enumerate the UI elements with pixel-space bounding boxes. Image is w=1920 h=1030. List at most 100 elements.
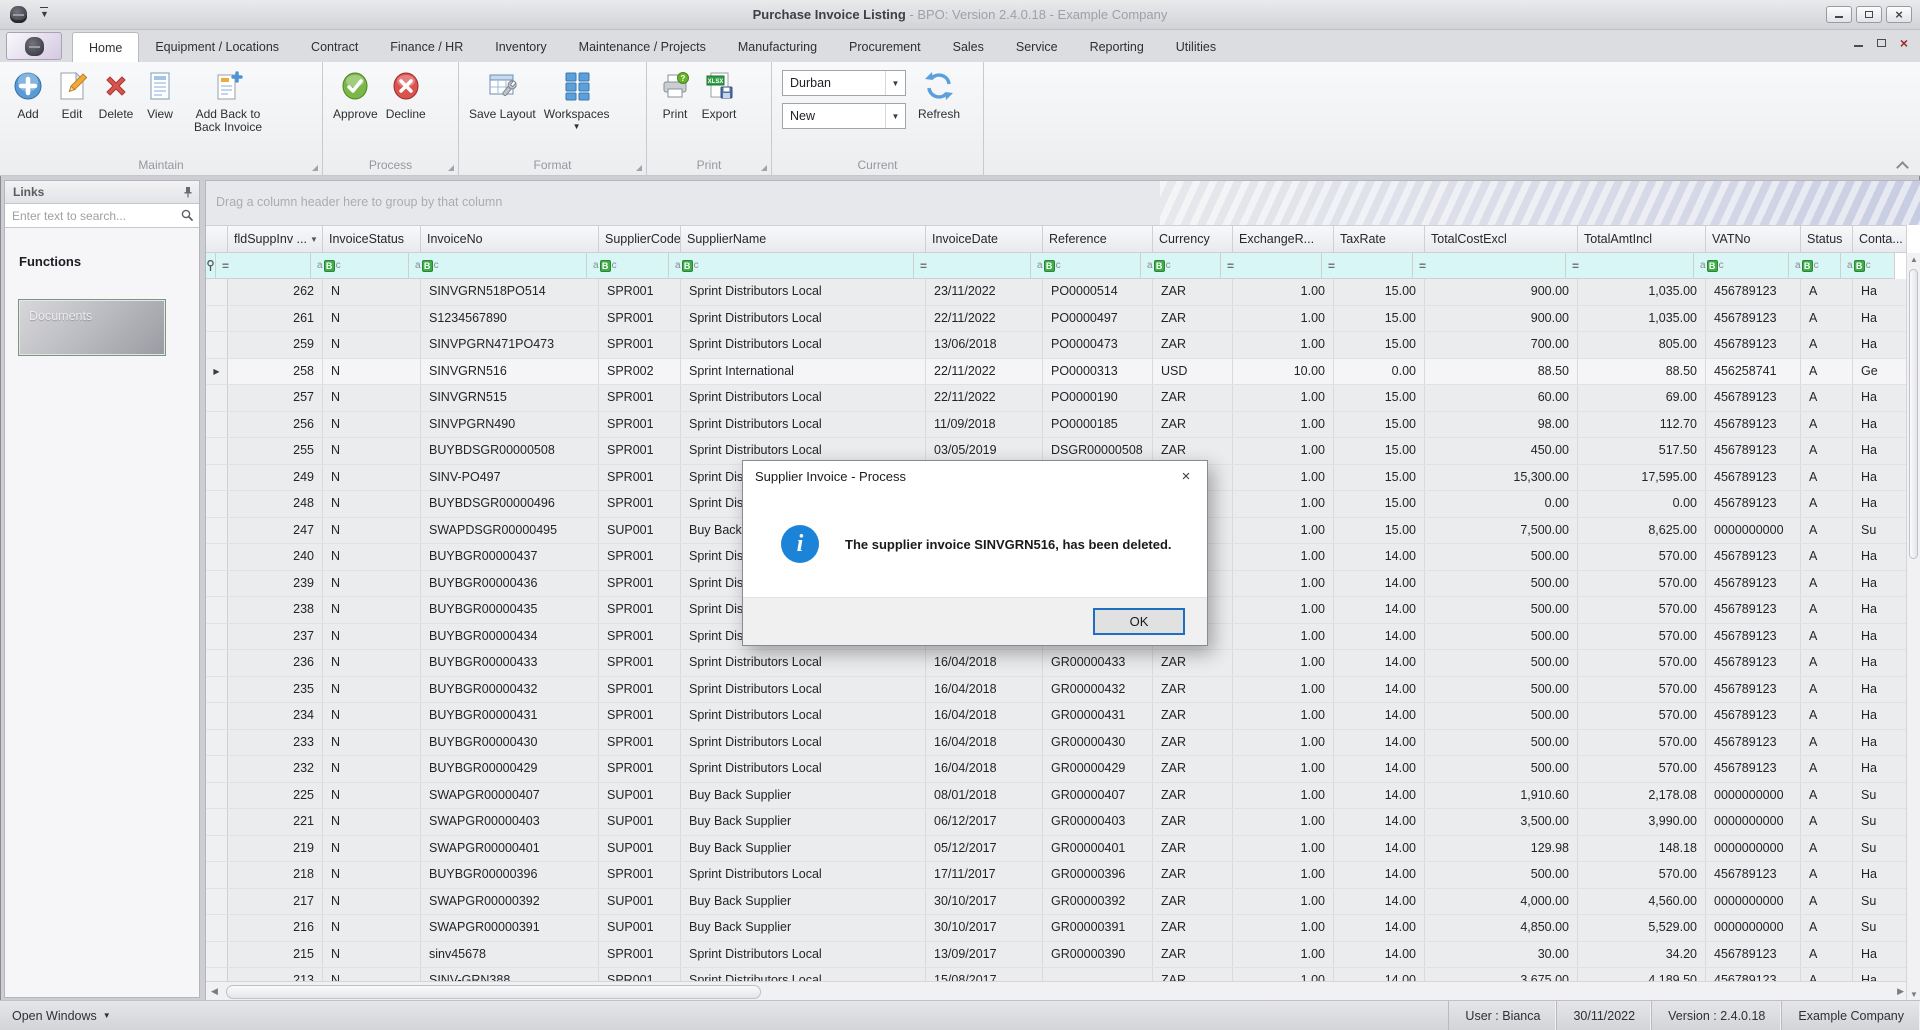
vertical-scrollbar[interactable]: ▲ ▼ <box>1906 253 1920 1001</box>
table-row[interactable]: 257NSINVGRN515SPR001Sprint Distributors … <box>206 385 1907 412</box>
filter-cell-4[interactable]: aBc <box>669 253 914 279</box>
tab-contract[interactable]: Contract <box>295 32 374 62</box>
table-row[interactable]: 259NSINVPGRN471PO473SPR001Sprint Distrib… <box>206 332 1907 359</box>
table-row[interactable]: 225NSWAPGR00000407SUP001Buy Back Supplie… <box>206 783 1907 810</box>
export-button[interactable]: XLSX Export <box>697 66 741 123</box>
filter-cell-10[interactable]: = <box>1413 253 1566 279</box>
filter-cell-11[interactable]: = <box>1566 253 1694 279</box>
vertical-scroll-thumb[interactable] <box>1909 269 1918 559</box>
format-dialog-launcher-icon[interactable] <box>636 165 642 171</box>
table-row[interactable]: 217NSWAPGR00000392SUP001Buy Back Supplie… <box>206 889 1907 916</box>
horizontal-scrollbar[interactable]: ◀ ▶ <box>206 981 1907 1001</box>
filter-cell-7[interactable]: aBc <box>1141 253 1221 279</box>
close-button[interactable]: × <box>1886 6 1912 23</box>
tab-finance-hr[interactable]: Finance / HR <box>374 32 479 62</box>
table-row[interactable]: 262NSINVGRN518PO514SPR001Sprint Distribu… <box>206 279 1907 306</box>
save-layout-button[interactable]: Save Layout <box>465 66 540 123</box>
state-dropdown[interactable]: New ▼ <box>782 103 906 129</box>
approve-button[interactable]: Approve <box>329 66 382 123</box>
refresh-button[interactable]: Refresh <box>914 66 964 123</box>
pin-icon[interactable] <box>183 186 193 198</box>
search-icon[interactable] <box>180 208 194 222</box>
table-row[interactable]: ▶258NSINVGRN516SPR002Sprint Internationa… <box>206 359 1907 386</box>
search-input[interactable] <box>5 204 199 227</box>
print-dialog-launcher-icon[interactable] <box>761 165 767 171</box>
table-row[interactable]: 216NSWAPGR00000391SUP001Buy Back Supplie… <box>206 915 1907 942</box>
filter-cell-13[interactable]: aBc <box>1789 253 1841 279</box>
add-back-to-back-invoice-button[interactable]: Add Back to Back Invoice <box>182 66 274 136</box>
column-header-1[interactable]: InvoiceStatus <box>323 225 421 253</box>
table-row[interactable]: 221NSWAPGR00000403SUP001Buy Back Supplie… <box>206 809 1907 836</box>
view-button[interactable]: View <box>138 66 182 123</box>
column-header-11[interactable]: TotalAmtIncl <box>1578 225 1706 253</box>
open-windows-button[interactable]: Open Windows ▼ <box>0 1001 111 1030</box>
site-dropdown[interactable]: Durban ▼ <box>782 70 906 96</box>
dialog-close-icon[interactable]: × <box>1165 461 1207 491</box>
scroll-left-icon[interactable]: ◀ <box>206 986 223 997</box>
table-row[interactable]: 261NS1234567890SPR001Sprint Distributors… <box>206 306 1907 333</box>
group-by-bar[interactable]: Drag a column header here to group by th… <box>206 181 1920 225</box>
tab-manufacturing[interactable]: Manufacturing <box>722 32 833 62</box>
table-row[interactable]: 213NSINV-GRN388SPR001Sprint Distributors… <box>206 968 1907 981</box>
chevron-down-icon[interactable]: ▼ <box>885 71 905 95</box>
tab-service[interactable]: Service <box>1000 32 1074 62</box>
sidebar-item-documents[interactable]: Documents <box>18 299 166 356</box>
tab-home[interactable]: Home <box>72 32 139 62</box>
add-button[interactable]: Add <box>6 66 50 123</box>
filter-cell-1[interactable]: aBc <box>311 253 409 279</box>
filter-cell-6[interactable]: aBc <box>1031 253 1141 279</box>
column-header-12[interactable]: VATNo <box>1706 225 1801 253</box>
filter-cell-3[interactable]: aBc <box>587 253 669 279</box>
column-header-6[interactable]: Reference <box>1043 225 1153 253</box>
column-header-3[interactable]: SupplierCode <box>599 225 681 253</box>
child-close-button[interactable]: × <box>1900 36 1908 50</box>
tab-maintenance-projects[interactable]: Maintenance / Projects <box>563 32 722 62</box>
filter-cell-8[interactable]: = <box>1221 253 1322 279</box>
application-menu-button[interactable] <box>6 32 62 60</box>
column-header-2[interactable]: InvoiceNo <box>421 225 599 253</box>
edit-button[interactable]: Edit <box>50 66 94 123</box>
column-header-14[interactable]: Conta... <box>1853 225 1907 253</box>
table-row[interactable]: 215Nsinv45678SPR001Sprint Distributors L… <box>206 942 1907 969</box>
table-row[interactable]: 234NBUYBGR00000431SPR001Sprint Distribut… <box>206 703 1907 730</box>
process-dialog-launcher-icon[interactable] <box>448 165 454 171</box>
scroll-right-icon[interactable]: ▶ <box>1897 986 1904 997</box>
table-row[interactable]: 256NSINVPGRN490SPR001Sprint Distributors… <box>206 412 1907 439</box>
restore-button[interactable] <box>1856 6 1882 23</box>
collapse-ribbon-icon[interactable] <box>1897 160 1906 169</box>
tab-sales[interactable]: Sales <box>937 32 1000 62</box>
tab-utilities[interactable]: Utilities <box>1160 32 1232 62</box>
tab-procurement[interactable]: Procurement <box>833 32 937 62</box>
minimize-button[interactable] <box>1826 6 1852 23</box>
tab-reporting[interactable]: Reporting <box>1074 32 1160 62</box>
column-header-9[interactable]: TaxRate <box>1334 225 1425 253</box>
table-row[interactable]: 219NSWAPGR00000401SUP001Buy Back Supplie… <box>206 836 1907 863</box>
child-minimize-button[interactable] <box>1854 39 1863 47</box>
filter-cell-5[interactable]: = <box>914 253 1031 279</box>
column-header-5[interactable]: InvoiceDate <box>926 225 1043 253</box>
filter-cell-0[interactable]: = <box>216 253 311 279</box>
column-header-10[interactable]: TotalCostExcl <box>1425 225 1578 253</box>
horizontal-scroll-thumb[interactable] <box>226 985 761 999</box>
table-row[interactable]: 235NBUYBGR00000432SPR001Sprint Distribut… <box>206 677 1907 704</box>
filter-cell-14[interactable]: aBc <box>1841 253 1895 279</box>
child-restore-button[interactable] <box>1877 39 1886 47</box>
column-header-8[interactable]: ExchangeR... <box>1233 225 1334 253</box>
decline-button[interactable]: Decline <box>382 66 430 123</box>
table-row[interactable]: 218NBUYBGR00000396SPR001Sprint Distribut… <box>206 862 1907 889</box>
table-row[interactable]: 232NBUYBGR00000429SPR001Sprint Distribut… <box>206 756 1907 783</box>
ok-button[interactable]: OK <box>1093 608 1185 635</box>
column-header-13[interactable]: Status <box>1801 225 1853 253</box>
scroll-down-icon[interactable]: ▼ <box>1907 990 1920 999</box>
column-header-7[interactable]: Currency <box>1153 225 1233 253</box>
table-row[interactable]: 233NBUYBGR00000430SPR001Sprint Distribut… <box>206 730 1907 757</box>
scroll-up-icon[interactable]: ▲ <box>1907 255 1920 264</box>
column-header-4[interactable]: SupplierName <box>681 225 926 253</box>
filter-cell-9[interactable]: = <box>1322 253 1413 279</box>
table-row[interactable]: 236NBUYBGR00000433SPR001Sprint Distribut… <box>206 650 1907 677</box>
sort-desc-icon[interactable]: ▼ <box>310 235 318 244</box>
print-button[interactable]: ? Print <box>653 66 697 123</box>
maintain-dialog-launcher-icon[interactable] <box>312 165 318 171</box>
column-header-0[interactable]: fldSuppInv ...▼ <box>228 225 323 253</box>
delete-button[interactable]: Delete <box>94 66 138 123</box>
